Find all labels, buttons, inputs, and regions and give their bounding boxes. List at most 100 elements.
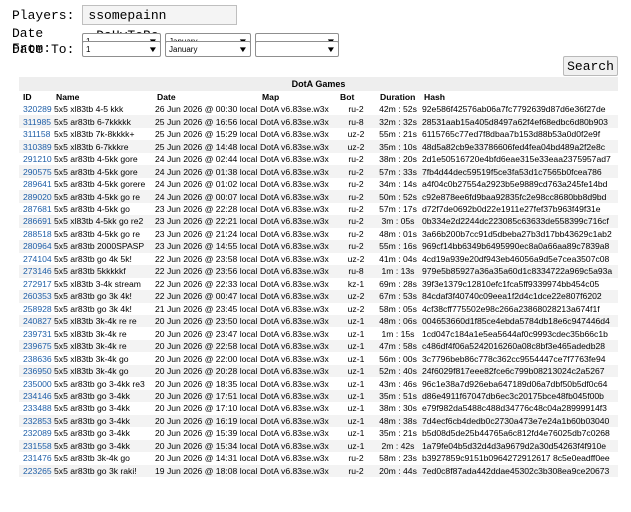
game-bot-cell: uz-1 bbox=[336, 314, 376, 328]
game-hash-cell: c92e878ee6fd9baa92835fc2e98cc8680bb8d9bd bbox=[420, 190, 618, 203]
to-year-select[interactable]: ▼ bbox=[255, 41, 339, 57]
game-map-cell: DotA v6.83se.w3x bbox=[260, 328, 329, 339]
header-duration: Duration bbox=[376, 91, 420, 103]
game-id-link[interactable]: 238636 bbox=[19, 354, 52, 364]
game-hash-cell: 979e5b85927a36a35a60d1c8334722a969c5a93a bbox=[420, 265, 618, 278]
table-row: 232853 5x5 ar83tb go 3-4kk 20 Jun 2026 @ 1… bbox=[19, 414, 618, 428]
game-date-cell: 24 Jun 2026 @ 01:02 local bbox=[155, 179, 258, 190]
game-duration-cell: 32m : 32s bbox=[376, 115, 420, 128]
game-map-cell: DotA v6.83se.w3x bbox=[258, 389, 336, 403]
game-hash-cell: d86e4911f67047db6ec3c20175bce48fb045f00b bbox=[420, 389, 618, 403]
game-id-link-cell: 239731 bbox=[19, 327, 52, 339]
game-duration-cell: 57m : 33s bbox=[376, 165, 420, 178]
game-id-link-cell: 320289 bbox=[19, 103, 52, 115]
game-date-cell: 20 Jun 2026 @ 20:28 local bbox=[153, 364, 258, 378]
game-bot-cell: uz-1 bbox=[347, 403, 365, 414]
game-name-cell: 5x5 ar83tb 5kkkkkf bbox=[52, 265, 153, 278]
game-id-link[interactable]: 260353 bbox=[19, 291, 52, 301]
game-map-cell: DotA v6.83se.w3x bbox=[258, 439, 336, 453]
game-hash-cell: 2d1e50516720e4bfd6eae315e33eaa2375957ad7 bbox=[422, 154, 611, 165]
game-id-link-cell: 260353 bbox=[19, 290, 52, 303]
table-row: 232089 5x5 ar83tb go 3-4kk 20 Jun 2026 @ 1… bbox=[19, 427, 618, 439]
game-id-link[interactable]: 236950 bbox=[19, 366, 52, 376]
game-id-link[interactable]: 311985 bbox=[19, 117, 51, 127]
game-id-link[interactable]: 320289 bbox=[19, 104, 52, 114]
game-id-link[interactable]: 286691 bbox=[19, 216, 52, 226]
game-date-cell: 20 Jun 2026 @ 15:34 local bbox=[153, 439, 258, 453]
game-date-cell: 20 Jun 2026 @ 17:10 local bbox=[155, 403, 258, 414]
to-day-select[interactable]: 1 ▼ bbox=[82, 41, 161, 57]
game-id-link[interactable]: 287681 bbox=[19, 204, 52, 214]
game-duration-cell: 57m : 17s bbox=[379, 203, 417, 214]
game-id-link[interactable]: 239675 bbox=[19, 341, 52, 351]
game-id-link[interactable]: 311158 bbox=[19, 129, 50, 139]
date-to-label: Date To: bbox=[12, 41, 75, 57]
game-id-link[interactable]: 234146 bbox=[19, 391, 52, 401]
game-bot-cell: ru-2 bbox=[348, 453, 364, 464]
to-month-select[interactable]: January ▼ bbox=[165, 41, 251, 57]
game-hash-cell: b5d08d5de25b44765a6c812fd4e76025db7c0268 bbox=[422, 428, 610, 439]
game-bot-cell: uz-2 bbox=[347, 253, 365, 264]
game-id-link[interactable]: 233488 bbox=[19, 403, 52, 413]
game-id-link-cell: 287681 bbox=[19, 203, 52, 215]
game-id-link[interactable]: 231558 bbox=[19, 441, 52, 451]
game-id-link[interactable]: 289020 bbox=[19, 192, 52, 202]
table-row: 272917 5x5 xl83tb 3-4k stream 22 Jun 2026 … bbox=[19, 278, 618, 290]
game-id-link[interactable]: 232089 bbox=[19, 428, 52, 438]
game-map-cell: DotA v6.83se.w3x bbox=[260, 154, 329, 165]
search-button[interactable]: Search bbox=[563, 56, 618, 76]
game-map-cell: DotA v6.83se.w3x bbox=[258, 265, 336, 278]
game-date-cell: 19 Jun 2026 @ 18:08 local bbox=[153, 464, 258, 478]
game-hash-cell: 7d4ecf6cb4dedb0c2730a473e7e24a1b60b03040 bbox=[420, 414, 618, 428]
game-id-link-cell: 272917 bbox=[19, 278, 52, 290]
game-id-link-cell: 273146 bbox=[19, 265, 52, 278]
game-id-link-cell: 233488 bbox=[19, 402, 52, 414]
game-date-cell: 22 Jun 2026 @ 23:56 local bbox=[153, 265, 258, 278]
table-row: 288518 5x5 ar83tb 4-5kk go re 23 Jun 2026 … bbox=[19, 228, 618, 240]
game-id-link[interactable]: 240827 bbox=[19, 316, 52, 326]
header-bot: Bot bbox=[336, 91, 376, 103]
game-id-link[interactable]: 288518 bbox=[19, 229, 52, 239]
game-id-link[interactable]: 273146 bbox=[19, 266, 52, 276]
game-hash-cell: 004653660d1f85ce4ebda5784db18e6c947446d4 bbox=[420, 314, 618, 328]
chevron-down-icon: ▼ bbox=[237, 44, 249, 54]
players-input[interactable]: ssomepainn ,DaHyTeBe bbox=[82, 5, 238, 43]
game-id-link[interactable]: 235000 bbox=[19, 379, 52, 389]
game-id-link[interactable]: 274104 bbox=[19, 254, 52, 264]
table-row: 273146 5x5 ar83tb 5kkkkkf 22 Jun 2026 @ 23… bbox=[19, 265, 618, 278]
header-map: Map bbox=[258, 91, 336, 103]
game-name-cell: 5x5 ar83tb go 3k 4k! bbox=[54, 303, 132, 314]
games-table: ID Name Date Map Bot Duration Hash 32028… bbox=[19, 91, 618, 478]
game-map-cell: DotA v6.83se.w3x bbox=[260, 203, 329, 214]
game-id-link[interactable]: 232853 bbox=[19, 416, 52, 426]
game-id-link[interactable]: 223265 bbox=[19, 466, 52, 476]
game-name-cell: 5x5 ar83tb go 3-4kk bbox=[54, 428, 130, 439]
game-id-link[interactable]: 258928 bbox=[19, 304, 52, 314]
game-map-cell: DotA v6.83se.w3x bbox=[258, 339, 336, 353]
game-hash-cell: 96c1e38a7d926eba647189d06a7dbf50b5df0c64 bbox=[422, 378, 608, 389]
game-duration-cell: 50m : 52s bbox=[376, 190, 420, 203]
game-hash-cell: 39f3e1379c12810efc1fca5ff9339974bb454c05 bbox=[422, 278, 600, 289]
game-date-cell: 20 Jun 2026 @ 22:58 local bbox=[153, 339, 258, 353]
game-id-link[interactable]: 239731 bbox=[19, 329, 52, 339]
game-id-link[interactable]: 231476 bbox=[19, 453, 52, 463]
game-id-link[interactable]: 291210 bbox=[19, 154, 52, 164]
game-map-cell: DotA v6.83se.w3x bbox=[260, 378, 329, 389]
game-id-link-cell: 231476 bbox=[19, 452, 52, 464]
table-row: 239731 5x5 xl83tb 3k-4k re 20 Jun 2026 @ 2… bbox=[19, 327, 618, 339]
game-name-cell: 5x5 xl83tb 4-5 kkk bbox=[54, 104, 124, 115]
game-bot-cell: uz-2 bbox=[336, 140, 376, 153]
game-id-link[interactable]: 289641 bbox=[19, 179, 52, 189]
game-duration-cell: 35m : 51s bbox=[376, 389, 420, 403]
game-id-link[interactable]: 290575 bbox=[19, 167, 52, 177]
game-hash-cell: 1a79fe04b5d32d4d3a9679d2a30d54263f4f910e bbox=[420, 439, 618, 453]
game-hash-cell: 4cf38cff775502e98c266a23868028213a674f1f bbox=[422, 303, 600, 314]
game-id-link-cell: 289020 bbox=[19, 190, 52, 203]
game-map-cell: DotA v6.83se.w3x bbox=[258, 464, 336, 478]
game-id-link-cell: 234146 bbox=[19, 389, 52, 403]
game-name-cell: 5x5 ar83tb go 3-4kk bbox=[54, 403, 130, 414]
game-id-link[interactable]: 310389 bbox=[19, 142, 52, 152]
game-bot-cell: uz-1 bbox=[347, 378, 365, 389]
game-id-link[interactable]: 272917 bbox=[19, 279, 52, 289]
game-id-link[interactable]: 280964 bbox=[19, 241, 52, 251]
